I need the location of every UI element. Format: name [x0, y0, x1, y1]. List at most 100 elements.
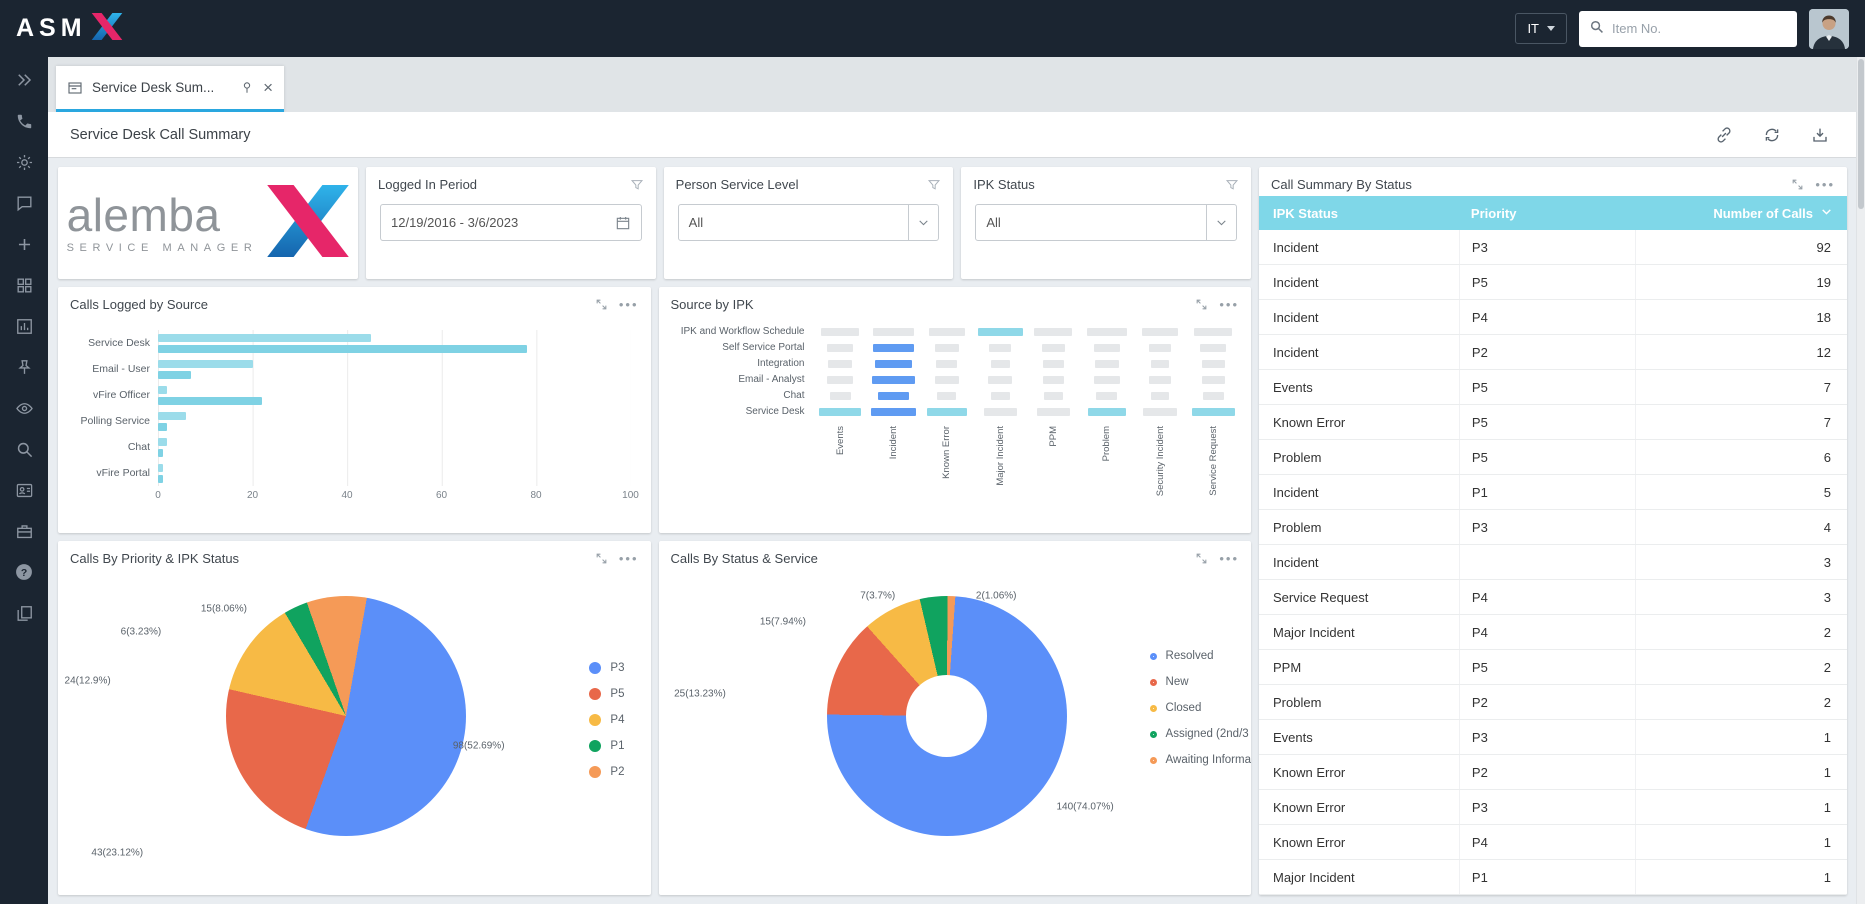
table-cell: 2 — [1635, 650, 1847, 684]
legend-label: P5 — [610, 688, 624, 700]
heatmap-cell — [1136, 372, 1183, 387]
table-row[interactable]: Major IncidentP42 — [1259, 615, 1847, 650]
bar-category-label: Polling Service — [66, 408, 158, 434]
table-row[interactable]: ProblemP22 — [1259, 685, 1847, 720]
filter-icon[interactable] — [1225, 178, 1239, 192]
heatmap-bar — [1043, 376, 1064, 384]
gear-icon[interactable] — [14, 152, 34, 172]
legend-item[interactable]: P2 — [589, 766, 624, 778]
heatmap-bar — [929, 328, 964, 336]
table-row[interactable]: IncidentP519 — [1259, 265, 1847, 300]
table-row[interactable]: IncidentP212 — [1259, 335, 1847, 370]
card-menu-icon[interactable]: ••• — [1219, 302, 1239, 307]
table-row[interactable]: PPMP52 — [1259, 650, 1847, 685]
main-area: Service Desk Sum... × Service Desk Call … — [48, 57, 1865, 904]
table-row[interactable]: Known ErrorP41 — [1259, 825, 1847, 860]
legend-item[interactable]: Resolved — [1150, 650, 1251, 662]
table-row[interactable]: Service RequestP43 — [1259, 580, 1847, 615]
bar — [158, 371, 191, 379]
card-menu-icon[interactable]: ••• — [619, 556, 639, 561]
table-row[interactable]: IncidentP418 — [1259, 300, 1847, 335]
plus-icon[interactable] — [14, 234, 34, 254]
legend-item[interactable]: Awaiting Informa — [1150, 754, 1251, 766]
table-body: IncidentP392IncidentP519IncidentP418Inci… — [1259, 230, 1847, 895]
apps-grid-icon[interactable] — [14, 275, 34, 295]
table-row[interactable]: Known ErrorP31 — [1259, 790, 1847, 825]
dashboard-chart-icon[interactable] — [14, 316, 34, 336]
scrollbar-thumb[interactable] — [1858, 59, 1864, 209]
filter-card-ipk-status: IPK Status All — [961, 167, 1251, 279]
briefcase-icon[interactable] — [14, 521, 34, 541]
expand-icon[interactable] — [595, 298, 608, 311]
expand-icon[interactable] — [1195, 298, 1208, 311]
phone-icon[interactable] — [14, 111, 34, 131]
heatmap-row-label: Integration — [663, 358, 811, 369]
heatmap-bar — [935, 376, 959, 384]
heatmap-cell — [923, 372, 970, 387]
table-cell: 1 — [1635, 755, 1847, 789]
legend-item[interactable]: P5 — [589, 688, 624, 700]
export-icon[interactable] — [1811, 126, 1829, 144]
column-header-ipk-status[interactable]: IPK Status — [1259, 196, 1459, 230]
vertical-scrollbar[interactable] — [1856, 57, 1865, 904]
sort-desc-icon — [1820, 205, 1833, 221]
table-row[interactable]: IncidentP392 — [1259, 230, 1847, 265]
filter-icon[interactable] — [927, 178, 941, 192]
table-row[interactable]: EventsP31 — [1259, 720, 1847, 755]
bar-track — [158, 408, 631, 434]
calendar-icon[interactable] — [615, 215, 631, 231]
table-row[interactable]: Known ErrorP57 — [1259, 405, 1847, 440]
card-menu-icon[interactable]: ••• — [1219, 556, 1239, 561]
refresh-icon[interactable] — [1763, 126, 1781, 144]
user-avatar[interactable] — [1809, 9, 1849, 49]
tab-close-icon[interactable]: × — [263, 79, 273, 96]
table-cell: 6 — [1635, 440, 1847, 474]
pin-icon[interactable] — [14, 357, 34, 377]
search-icon — [1589, 19, 1604, 39]
expand-icon[interactable] — [595, 552, 608, 565]
tab-pin-icon[interactable] — [240, 80, 254, 95]
contact-card-icon[interactable] — [14, 480, 34, 500]
slice-label: 140(74.07%) — [1056, 802, 1113, 813]
person-service-level-select[interactable]: All — [678, 204, 940, 241]
column-header-priority[interactable]: Priority — [1459, 196, 1635, 230]
heatmap-cell — [1136, 340, 1183, 355]
legend-item[interactable]: P4 — [589, 714, 624, 726]
sidebar-expand-icon[interactable] — [14, 70, 34, 90]
legend-item[interactable]: P3 — [589, 662, 624, 674]
table-row[interactable]: Known ErrorP21 — [1259, 755, 1847, 790]
table-cell: P3 — [1459, 720, 1635, 754]
expand-icon[interactable] — [1791, 178, 1804, 191]
heatmap-bar — [1034, 328, 1072, 336]
table-row[interactable]: Incident3 — [1259, 545, 1847, 580]
table-row[interactable]: IncidentP15 — [1259, 475, 1847, 510]
expand-icon[interactable] — [1195, 552, 1208, 565]
chevron-down-icon — [1206, 205, 1236, 240]
help-icon[interactable]: ? — [14, 562, 34, 582]
table-row[interactable]: EventsP57 — [1259, 370, 1847, 405]
table-cell: P3 — [1459, 510, 1635, 544]
search-input[interactable] — [1612, 21, 1787, 36]
region-selector[interactable]: IT — [1515, 13, 1567, 44]
legend-item[interactable]: New — [1150, 676, 1251, 688]
table-row[interactable]: ProblemP56 — [1259, 440, 1847, 475]
date-range-input[interactable]: 12/19/2016 - 3/6/2023 — [380, 204, 642, 241]
chat-icon[interactable] — [14, 193, 34, 213]
legend-item[interactable]: P1 — [589, 740, 624, 752]
filter-icon[interactable] — [630, 178, 644, 192]
column-header-number-of-calls[interactable]: Number of Calls — [1635, 196, 1847, 230]
heatmap-column-label: Problem — [1101, 426, 1112, 461]
table-row[interactable]: Major IncidentP11 — [1259, 860, 1847, 895]
ipk-status-select[interactable]: All — [975, 204, 1237, 241]
legend-item[interactable]: Closed — [1150, 702, 1251, 714]
copy-pages-icon[interactable] — [14, 603, 34, 623]
tab-service-desk-summary[interactable]: Service Desk Sum... × — [56, 66, 284, 112]
search-sidebar-icon[interactable] — [14, 439, 34, 459]
asm-logo: ASM — [16, 13, 123, 45]
legend-item[interactable]: Assigned (2nd/3 — [1150, 728, 1251, 740]
table-row[interactable]: ProblemP34 — [1259, 510, 1847, 545]
link-icon[interactable] — [1715, 126, 1733, 144]
eye-icon[interactable] — [14, 398, 34, 418]
card-menu-icon[interactable]: ••• — [619, 302, 639, 307]
card-menu-icon[interactable]: ••• — [1815, 182, 1835, 187]
